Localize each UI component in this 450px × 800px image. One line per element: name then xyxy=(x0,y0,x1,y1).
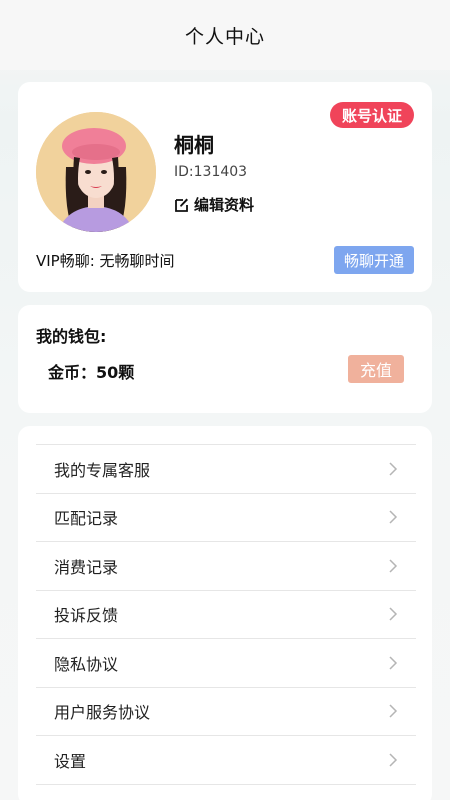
menu-item-match-records[interactable]: 匹配记录 xyxy=(36,494,416,542)
menu-card: 我的专属客服 匹配记录 消费记录 投诉反馈 隐私协议 用户服务协议 设置 xyxy=(18,426,432,800)
recharge-button[interactable]: 充值 xyxy=(347,355,404,383)
chevron-right-icon xyxy=(389,510,398,524)
menu-item-settings[interactable]: 设置 xyxy=(36,736,416,785)
vip-status-text: VIP畅聊: 无畅聊时间 xyxy=(36,252,175,270)
chevron-right-icon xyxy=(389,753,398,767)
wallet-card: 我的钱包: 金币：50颗 充值 xyxy=(18,305,432,413)
chevron-right-icon xyxy=(389,462,398,476)
edit-icon xyxy=(175,198,188,212)
chevron-right-icon xyxy=(389,704,398,718)
top-nav-bar: 个人中心 xyxy=(0,0,450,70)
menu-item-privacy-policy[interactable]: 隐私协议 xyxy=(36,639,416,688)
avatar-portrait xyxy=(36,112,156,232)
menu-item-label: 投诉反馈 xyxy=(54,606,119,626)
edit-profile-label: 编辑资料 xyxy=(194,196,255,214)
vip-open-button[interactable]: 畅聊开通 xyxy=(333,246,414,274)
menu-item-label: 设置 xyxy=(54,751,87,771)
chevron-right-icon xyxy=(389,656,398,670)
user-id: ID:131403 xyxy=(174,164,248,180)
menu-list: 我的专属客服 匹配记录 消费记录 投诉反馈 隐私协议 用户服务协议 设置 xyxy=(36,444,416,785)
coin-balance: 金币：50颗 xyxy=(48,363,135,382)
menu-item-customer-service[interactable]: 我的专属客服 xyxy=(36,445,416,494)
avatar[interactable] xyxy=(36,112,156,232)
menu-item-feedback[interactable]: 投诉反馈 xyxy=(36,591,416,639)
profile-card: 桐桐 ID:131403 编辑资料 账号认证 VIP畅聊: 无畅聊时间 畅聊开通 xyxy=(18,82,432,292)
page-title: 个人中心 xyxy=(184,25,265,48)
chevron-right-icon xyxy=(389,559,398,573)
menu-item-label: 用户服务协议 xyxy=(54,703,151,723)
account-verify-button[interactable]: 账号认证 xyxy=(329,102,414,128)
wallet-title: 我的钱包: xyxy=(36,327,107,346)
edit-profile-button[interactable]: 编辑资料 xyxy=(174,194,254,215)
menu-item-label: 隐私协议 xyxy=(54,654,119,674)
chevron-right-icon xyxy=(389,607,398,621)
menu-item-label: 我的专属客服 xyxy=(54,460,151,480)
menu-item-user-agreement[interactable]: 用户服务协议 xyxy=(36,688,416,736)
user-name: 桐桐 xyxy=(174,133,214,157)
menu-item-consumption-records[interactable]: 消费记录 xyxy=(36,542,416,591)
menu-item-label: 消费记录 xyxy=(54,557,119,577)
menu-item-label: 匹配记录 xyxy=(54,509,119,529)
